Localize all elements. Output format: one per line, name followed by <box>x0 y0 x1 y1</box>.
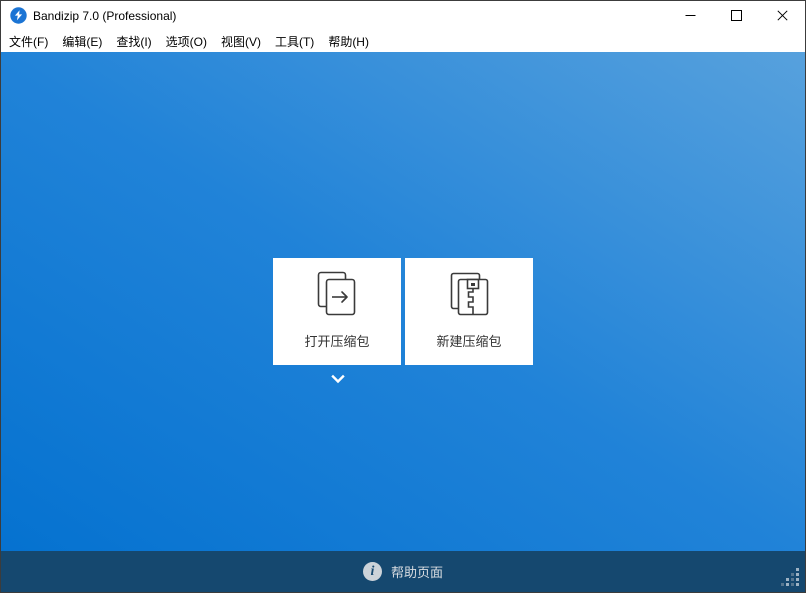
bandizip-logo-icon <box>10 7 27 24</box>
window-title: Bandizip 7.0 (Professional) <box>33 8 177 23</box>
new-archive-card[interactable]: 新建压缩包 <box>405 258 533 365</box>
menu-bar: 文件(F) 编辑(E) 查找(I) 选项(O) 视图(V) 工具(T) 帮助(H… <box>1 30 805 52</box>
main-area: 打开压缩包 新建压缩包 <box>1 52 805 551</box>
new-archive-label: 新建压缩包 <box>436 334 502 349</box>
title-bar: Bandizip 7.0 (Professional) <box>1 1 805 30</box>
open-archive-icon <box>317 271 357 317</box>
menu-edit[interactable]: 编辑(E) <box>55 30 109 53</box>
open-archive-dropdown-expander[interactable] <box>330 372 346 384</box>
chevron-down-icon <box>331 374 345 384</box>
bandizip-window: Bandizip 7.0 (Professional) 文件(F) 编辑(E) … <box>0 0 806 593</box>
action-cards: 打开压缩包 新建压缩包 <box>273 258 533 365</box>
help-page-label: 帮助页面 <box>390 565 443 580</box>
help-page-button[interactable]: i 帮助页面 <box>362 562 443 581</box>
close-button[interactable] <box>759 1 805 30</box>
status-bar: i 帮助页面 <box>1 551 805 592</box>
open-archive-label: 打开压缩包 <box>304 334 370 349</box>
menu-file[interactable]: 文件(F) <box>2 30 55 53</box>
menu-help[interactable]: 帮助(H) <box>321 30 376 53</box>
resize-grip-icon[interactable] <box>781 568 800 587</box>
maximize-icon <box>730 10 742 21</box>
minimize-button[interactable] <box>667 1 713 30</box>
open-archive-card[interactable]: 打开压缩包 <box>273 258 401 365</box>
maximize-button[interactable] <box>713 1 759 30</box>
close-icon <box>776 10 788 21</box>
menu-view[interactable]: 视图(V) <box>214 30 268 53</box>
new-archive-icon <box>448 271 490 317</box>
menu-find[interactable]: 查找(I) <box>109 30 158 53</box>
menu-tools[interactable]: 工具(T) <box>268 30 321 53</box>
minimize-icon <box>685 15 695 16</box>
info-icon: i <box>362 562 382 581</box>
menu-options[interactable]: 选项(O) <box>159 30 214 53</box>
